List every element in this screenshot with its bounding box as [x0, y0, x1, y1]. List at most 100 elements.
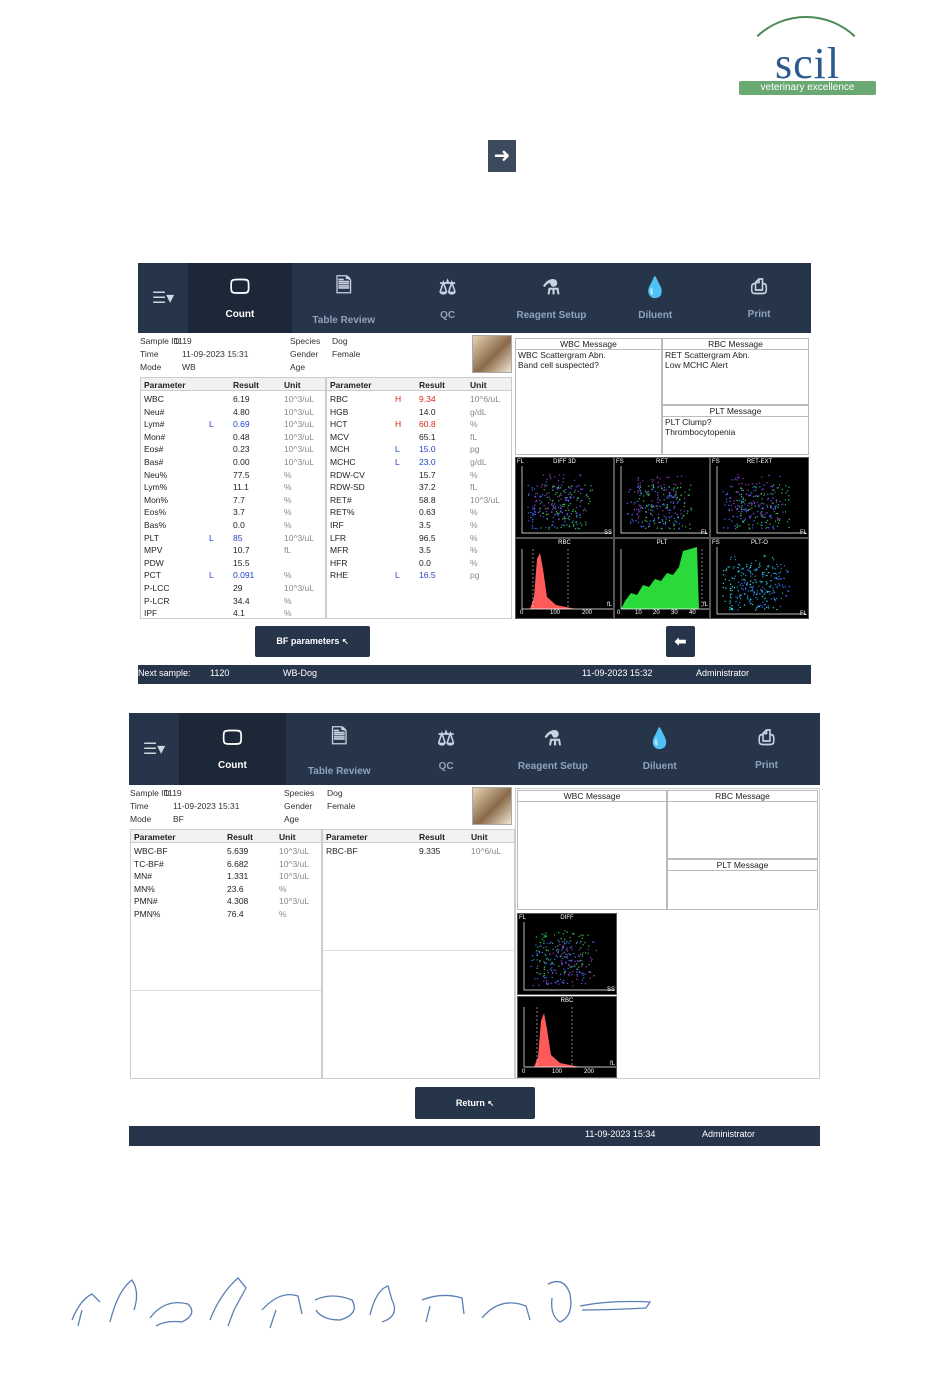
- scatter-point: [767, 497, 770, 500]
- scatter-point: [733, 577, 735, 580]
- tab-reagent-setup[interactable]: ⚗ Reagent Setup: [499, 263, 603, 333]
- scatter-point: [539, 952, 541, 954]
- screen-bf-results: ☰▾ 🖵 Count 🗎 Table Review ⚖ QC ⚗ Reagent Set…: [129, 713, 820, 1146]
- menu-icon[interactable]: ☰▾: [138, 263, 188, 333]
- tab-reagent-setup[interactable]: ⚗ Reagent Setup: [499, 713, 606, 785]
- scatter-point: [587, 952, 589, 954]
- scatter-point: [765, 583, 768, 585]
- table-row: HFR 0.0%: [327, 556, 511, 569]
- scatter-point: [564, 520, 566, 523]
- result-value: 0.48: [233, 431, 250, 442]
- tab-table-review[interactable]: 🗎 Table Review: [292, 263, 396, 333]
- unit: 10^3/uL: [279, 871, 309, 882]
- scatter-point: [758, 566, 760, 568]
- scatter-point: [581, 960, 583, 962]
- scatter-point: [530, 511, 532, 514]
- scatter-point: [741, 505, 743, 507]
- sample-info: Sample ID 1119 Time 11-09-2023 15:31 Mode W…: [140, 336, 361, 372]
- scatter-point: [564, 496, 566, 499]
- scatter-point: [535, 950, 538, 952]
- scatter-point: [781, 503, 783, 506]
- tab-qc[interactable]: ⚖ QC: [396, 263, 500, 333]
- scatter-point: [650, 479, 653, 481]
- scatter-point: [558, 931, 560, 934]
- scatter-point: [740, 493, 743, 496]
- scatter-point: [752, 500, 755, 502]
- scatter-point: [768, 586, 771, 588]
- scatter-point: [749, 583, 751, 586]
- scatter-point: [787, 490, 789, 492]
- scatter-point: [744, 579, 746, 581]
- scatter-point: [584, 484, 586, 486]
- scatter-point: [544, 484, 546, 486]
- scatter-point: [563, 941, 565, 943]
- scatter-point: [668, 516, 670, 518]
- scatter-point: [744, 587, 747, 589]
- scatter-point: [548, 528, 550, 530]
- scatter-point: [745, 563, 748, 566]
- scatter-point: [684, 497, 686, 500]
- tab-qc[interactable]: ⚖ QC: [393, 713, 500, 785]
- scatter-point: [653, 518, 656, 520]
- tab-print[interactable]: ⎙ Print: [707, 263, 811, 333]
- reagent-bottle-icon: ⚗: [543, 728, 562, 750]
- parameter-name: RHE: [330, 570, 348, 581]
- tab-count[interactable]: 🖵 Count: [179, 713, 286, 785]
- tab-table-review[interactable]: 🗎 Table Review: [286, 713, 393, 785]
- scatter-point: [678, 498, 681, 501]
- parameter-name: P-LCC: [144, 583, 170, 593]
- scatter-point: [578, 954, 580, 957]
- scatter-point: [668, 527, 670, 529]
- scatter-point: [646, 520, 648, 523]
- scatter-point: [560, 498, 562, 500]
- scatter-point: [760, 524, 762, 526]
- scatter-point: [770, 504, 772, 507]
- tab-count[interactable]: 🖵 Count: [188, 263, 292, 333]
- scatter-point: [777, 512, 779, 515]
- scatter-point: [751, 573, 754, 575]
- scatter-point: [577, 966, 580, 968]
- bf-parameters-button[interactable]: BF parameters ↖: [255, 626, 370, 657]
- result-value: 4.308: [227, 896, 249, 907]
- scatter-point: [677, 515, 679, 517]
- result-value: 14.0: [419, 406, 436, 417]
- tab-print[interactable]: ⎙ Print: [713, 713, 820, 785]
- scatter-point: [729, 608, 731, 611]
- scatter-point: [643, 500, 645, 502]
- scatter-point: [674, 484, 677, 486]
- scatter-point: [736, 525, 739, 527]
- scatter-point: [669, 528, 671, 530]
- scatter-point: [664, 522, 667, 524]
- table-row: MCHC L 23.0 g/dL: [327, 455, 511, 468]
- scatter-point: [589, 500, 591, 503]
- scatter-point: [558, 941, 561, 943]
- menu-icon[interactable]: ☰▾: [129, 713, 179, 785]
- scatter-point: [551, 524, 553, 527]
- scatter-point: [779, 518, 781, 520]
- scatter-point: [776, 525, 779, 527]
- scatter-point: [583, 977, 585, 979]
- scatter-point: [639, 486, 642, 488]
- scatter-point: [543, 962, 546, 964]
- left-parameter-table: Parameter Result Unit WBC 6.19 10^3/uL Neu# 4.…: [140, 377, 326, 619]
- scatter-point: [563, 982, 565, 984]
- scatter-point: [581, 972, 583, 975]
- scatter-point: [543, 968, 546, 970]
- scatter-point: [539, 945, 541, 947]
- return-button[interactable]: Return ↖: [415, 1087, 535, 1119]
- back-button[interactable]: ⬅: [666, 626, 695, 657]
- scatter-point: [773, 528, 775, 530]
- scatter-point: [527, 484, 529, 487]
- scatter-point: [552, 952, 555, 954]
- scatter-point: [781, 492, 783, 494]
- scatter-point: [768, 527, 770, 529]
- scatter-point: [755, 486, 757, 488]
- scatter-point: [546, 478, 548, 481]
- parameter-name: PMN#: [134, 896, 158, 907]
- scatter-point: [774, 508, 777, 510]
- scatter-point: [650, 509, 652, 511]
- tab-diluent[interactable]: 💧 Diluent: [606, 713, 713, 785]
- tab-diluent[interactable]: 💧 Diluent: [603, 263, 707, 333]
- scatter-point: [756, 590, 759, 592]
- scatter-point: [750, 575, 752, 577]
